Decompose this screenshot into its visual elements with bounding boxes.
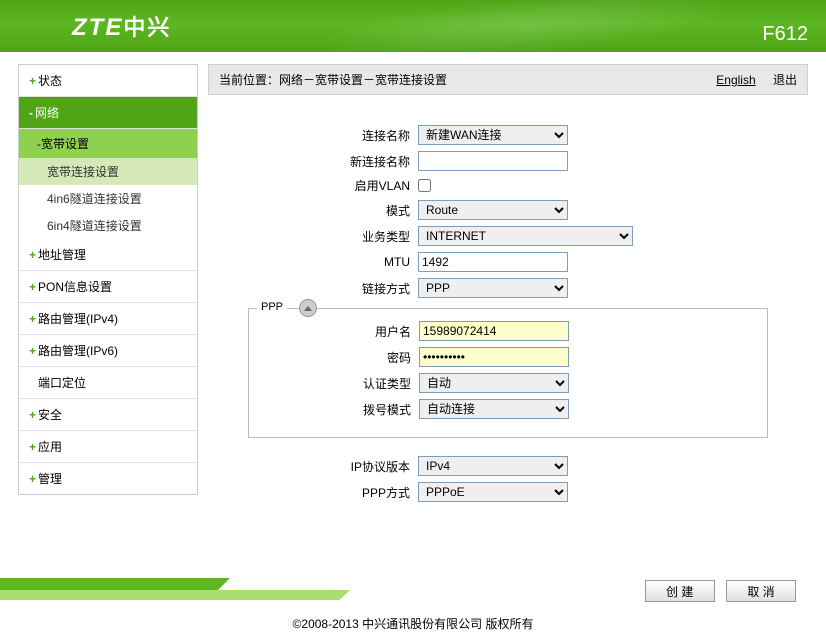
link-select[interactable]: PPP xyxy=(418,278,568,298)
logout-link[interactable]: 退出 xyxy=(773,73,797,87)
main-panel: 当前位置：网络－宽带设置－宽带连接设置 English 退出 连接名称 新建WA… xyxy=(198,64,808,552)
ipver-select[interactable]: IPv4 xyxy=(418,456,568,476)
logo: ZTE中兴 xyxy=(72,10,171,42)
breadcrumb: 当前位置：网络－宽带设置－宽带连接设置 xyxy=(219,71,447,88)
mtu-input[interactable] xyxy=(418,252,568,272)
pass-label: 密码 xyxy=(249,349,419,366)
nav-route-ipv4[interactable]: +路由管理(IPv4) xyxy=(19,303,197,335)
vlan-label: 启用VLAN xyxy=(248,177,418,194)
logo-cn: 中兴 xyxy=(123,15,171,40)
sidebar: +状态 -网络 -宽带设置 宽带连接设置 4in6隧道连接设置 6in4隧道连接… xyxy=(18,64,198,495)
user-label: 用户名 xyxy=(249,323,419,340)
breadcrumb-bar: 当前位置：网络－宽带设置－宽带连接设置 English 退出 xyxy=(208,64,808,95)
username-input[interactable] xyxy=(419,321,569,341)
conn-name-label: 连接名称 xyxy=(248,127,418,144)
footer-stripe-2 xyxy=(0,590,350,600)
nav-port[interactable]: +端口定位 xyxy=(19,367,197,399)
logo-en: ZTE xyxy=(72,14,123,41)
nav-broadband-conn[interactable]: 宽带连接设置 xyxy=(19,158,197,185)
mode-select[interactable]: Route xyxy=(418,200,568,220)
new-name-input[interactable] xyxy=(418,151,568,171)
auth-select[interactable]: 自动 xyxy=(419,373,569,393)
pppmode-label: PPP方式 xyxy=(248,484,418,501)
nav-app[interactable]: +应用 xyxy=(19,431,197,463)
english-link[interactable]: English xyxy=(716,73,755,87)
nav-manage[interactable]: +管理 xyxy=(19,463,197,494)
dial-label: 拨号模式 xyxy=(249,401,419,418)
nav-4in6[interactable]: 4in6隧道连接设置 xyxy=(19,185,197,212)
form-area: 连接名称 新建WAN连接 新连接名称 启用VLAN 模式 Route 业务类型 … xyxy=(208,95,808,518)
collapse-icon[interactable] xyxy=(299,299,317,317)
footer-stripe-1 xyxy=(0,578,230,592)
nav-6in4[interactable]: 6in4隧道连接设置 xyxy=(19,212,197,239)
create-button[interactable]: 创 建 xyxy=(645,580,715,602)
nav-address[interactable]: +地址管理 xyxy=(19,239,197,271)
mode-label: 模式 xyxy=(248,202,418,219)
auth-label: 认证类型 xyxy=(249,375,419,392)
nav-network[interactable]: -网络 xyxy=(19,97,197,129)
password-input[interactable] xyxy=(419,347,569,367)
service-label: 业务类型 xyxy=(248,228,418,245)
nav-broadband[interactable]: -宽带设置 xyxy=(19,129,197,158)
model-label: F612 xyxy=(762,23,808,46)
nav-route-ipv6[interactable]: +路由管理(IPv6) xyxy=(19,335,197,367)
dial-select[interactable]: 自动连接 xyxy=(419,399,569,419)
nav-pon[interactable]: +PON信息设置 xyxy=(19,271,197,303)
ppp-fieldset: PPP 用户名 密码 认证类型 自动 拨号模式 自动连接 xyxy=(248,308,768,438)
link-label: 链接方式 xyxy=(248,280,418,297)
service-select[interactable]: INTERNET xyxy=(418,226,633,246)
ppp-legend: PPP xyxy=(257,301,287,313)
header-banner: ZTE中兴 F612 xyxy=(0,0,826,52)
vlan-checkbox[interactable] xyxy=(418,179,431,192)
cancel-button[interactable]: 取 消 xyxy=(726,580,796,602)
new-name-label: 新连接名称 xyxy=(248,153,418,170)
nav-status[interactable]: +状态 xyxy=(19,65,197,97)
pppmode-select[interactable]: PPPoE xyxy=(418,482,568,502)
nav-security[interactable]: +安全 xyxy=(19,399,197,431)
conn-name-select[interactable]: 新建WAN连接 xyxy=(418,125,568,145)
footer: 创 建 取 消 ©2008-2013 中兴通讯股份有限公司 版权所有 xyxy=(0,572,826,632)
mtu-label: MTU xyxy=(248,255,418,269)
ipver-label: IP协议版本 xyxy=(248,458,418,475)
